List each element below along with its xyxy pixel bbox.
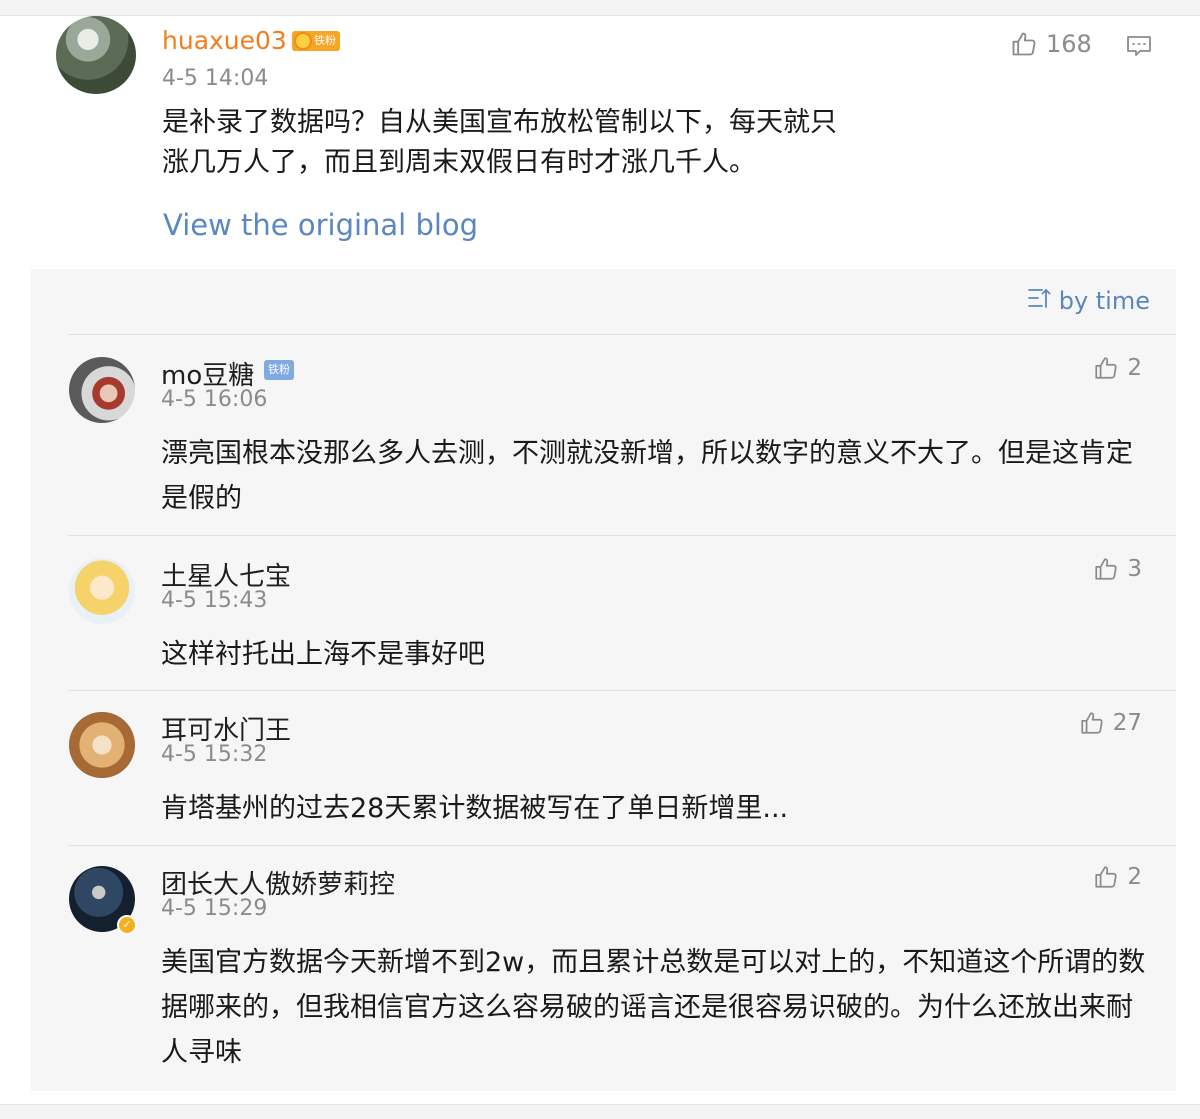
like-count: 2 — [1127, 355, 1142, 381]
verified-icon: ✓ — [117, 915, 137, 935]
fan-badge: 铁粉 — [292, 31, 340, 51]
main-comment: huaxue03 铁粉 4-5 14:04 是补录了数据吗？自从美国宣布放松管制… — [0, 16, 1200, 269]
comment-time: 4-5 14:04 — [162, 66, 269, 91]
sort-label: by time — [1058, 287, 1150, 315]
sort-icon — [1027, 287, 1051, 315]
reply-like-button[interactable]: 2 — [1093, 355, 1142, 381]
top-strip — [0, 0, 1200, 16]
crown-icon — [294, 32, 312, 50]
reply-text: 漂亮国根本没那么多人去测，不测就没新增，所以数字的意义不大了。但是这肯定是假的 — [161, 438, 1133, 514]
comment-username[interactable]: huaxue03 — [162, 26, 287, 55]
view-original-blog-link[interactable]: View the original blog — [163, 208, 478, 242]
comment-text: 是补录了数据吗？自从美国宣布放松管制以下，每天就只涨几万人了，而且到周末双假日有… — [162, 107, 837, 178]
reply-text: 美国官方数据今天新增不到2w，而且累计总数是可以对上的，不知道这个所谓的数据哪来… — [161, 947, 1146, 1068]
thumb-up-icon — [1079, 710, 1105, 736]
avatar[interactable] — [69, 357, 135, 423]
reply-text: 肯塔基州的过去28天累计数据被写在了单日新增里... — [161, 793, 789, 824]
bottom-strip — [0, 1104, 1200, 1119]
thumb-up-icon — [1093, 864, 1119, 890]
thumb-up-icon — [1093, 556, 1119, 582]
reply-time: 4-5 16:06 — [161, 387, 268, 412]
reply-like-button[interactable]: 2 — [1093, 864, 1142, 890]
fan-badge: 铁粉 — [264, 360, 294, 380]
divider — [68, 535, 1176, 536]
reply-time: 4-5 15:43 — [161, 588, 268, 613]
avatar[interactable] — [56, 16, 136, 94]
replies-panel: by time mo豆糖 铁粉 4-5 16:06 漂亮国根本没那么多人去测，不… — [31, 269, 1176, 1091]
divider — [68, 845, 1176, 846]
message-icon[interactable] — [1126, 34, 1152, 62]
reply-like-button[interactable]: 3 — [1093, 556, 1142, 582]
avatar[interactable] — [69, 712, 135, 778]
thumb-up-icon — [1093, 355, 1119, 381]
like-count: 2 — [1127, 864, 1142, 890]
sort-by-time-button[interactable]: by time — [1027, 287, 1150, 315]
avatar[interactable] — [69, 558, 135, 624]
fan-badge-label: 铁粉 — [314, 34, 336, 47]
divider — [68, 690, 1176, 691]
reply-like-button[interactable]: 27 — [1079, 710, 1142, 736]
like-count: 3 — [1127, 556, 1142, 582]
reply-time: 4-5 15:32 — [161, 742, 268, 767]
divider — [68, 334, 1176, 335]
reply-text: 这样衬托出上海不是事好吧 — [161, 639, 485, 670]
reply-time: 4-5 15:29 — [161, 896, 268, 921]
thumb-up-icon — [1010, 30, 1038, 58]
like-button[interactable]: 168 — [1010, 30, 1092, 58]
like-count: 168 — [1046, 30, 1092, 58]
like-count: 27 — [1112, 710, 1142, 736]
